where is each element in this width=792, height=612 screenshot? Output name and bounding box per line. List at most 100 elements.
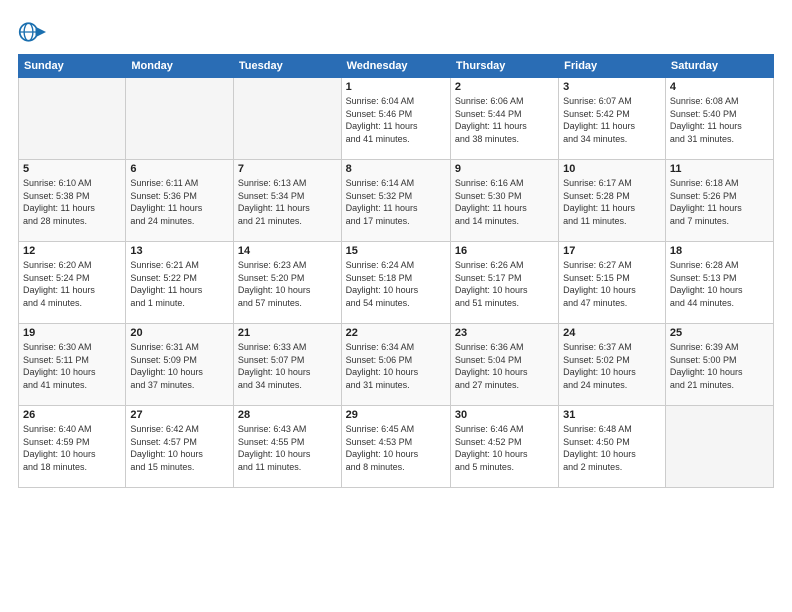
calendar-header-thursday: Thursday <box>450 55 558 78</box>
day-info: Sunrise: 6:34 AMSunset: 5:06 PMDaylight:… <box>346 341 446 391</box>
day-info: Sunrise: 6:39 AMSunset: 5:00 PMDaylight:… <box>670 341 769 391</box>
calendar-cell: 26 Sunrise: 6:40 AMSunset: 4:59 PMDayligh… <box>19 406 126 488</box>
day-number: 6 <box>130 163 229 175</box>
day-number: 9 <box>455 163 554 175</box>
calendar-cell: 19 Sunrise: 6:30 AMSunset: 5:11 PMDayligh… <box>19 324 126 406</box>
day-info: Sunrise: 6:45 AMSunset: 4:53 PMDaylight:… <box>346 423 446 473</box>
calendar-week-row: 26 Sunrise: 6:40 AMSunset: 4:59 PMDayligh… <box>19 406 774 488</box>
day-info: Sunrise: 6:40 AMSunset: 4:59 PMDaylight:… <box>23 423 121 473</box>
calendar-cell: 23Sunrise: 6:36 AMSunset: 5:04 PMDayligh… <box>450 324 558 406</box>
day-info: Sunrise: 6:46 AMSunset: 4:52 PMDaylight:… <box>455 423 554 473</box>
calendar-cell: 8Sunrise: 6:14 AMSunset: 5:32 PMDaylight… <box>341 160 450 242</box>
day-number: 24 <box>563 327 661 339</box>
day-info: Sunrise: 6:13 AMSunset: 5:34 PMDaylight:… <box>238 177 337 227</box>
calendar-cell: 16 Sunrise: 6:26 AMSunset: 5:17 PMDayligh… <box>450 242 558 324</box>
calendar-cell: 14 Sunrise: 6:23 AMSunset: 5:20 PMDayligh… <box>233 242 341 324</box>
calendar-cell: 29 Sunrise: 6:45 AMSunset: 4:53 PMDayligh… <box>341 406 450 488</box>
day-info: Sunrise: 6:20 AMSunset: 5:24 PMDaylight:… <box>23 259 121 309</box>
calendar-cell: 4Sunrise: 6:08 AMSunset: 5:40 PMDaylight… <box>665 78 773 160</box>
day-info: Sunrise: 6:10 AMSunset: 5:38 PMDaylight:… <box>23 177 121 227</box>
logo <box>18 18 50 46</box>
day-info: Sunrise: 6:26 AMSunset: 5:17 PMDaylight:… <box>455 259 554 309</box>
day-info: Sunrise: 6:06 AMSunset: 5:44 PMDaylight:… <box>455 95 554 145</box>
day-number: 22 <box>346 327 446 339</box>
calendar-cell: 1 Sunrise: 6:04 AMSunset: 5:46 PMDaylight… <box>341 78 450 160</box>
day-info: Sunrise: 6:43 AMSunset: 4:55 PMDaylight:… <box>238 423 337 473</box>
calendar-header-tuesday: Tuesday <box>233 55 341 78</box>
calendar-header-saturday: Saturday <box>665 55 773 78</box>
calendar-page: SundayMondayTuesdayWednesdayThursdayFrid… <box>0 0 792 612</box>
day-number: 29 <box>346 409 446 421</box>
calendar-week-row: 19 Sunrise: 6:30 AMSunset: 5:11 PMDayligh… <box>19 324 774 406</box>
day-info: Sunrise: 6:04 AMSunset: 5:46 PMDaylight:… <box>346 95 446 145</box>
day-info: Sunrise: 6:48 AMSunset: 4:50 PMDaylight:… <box>563 423 661 473</box>
calendar-week-row: 1 Sunrise: 6:04 AMSunset: 5:46 PMDaylight… <box>19 78 774 160</box>
calendar-cell <box>665 406 773 488</box>
day-number: 3 <box>563 81 661 93</box>
day-info: Sunrise: 6:42 AMSunset: 4:57 PMDaylight:… <box>130 423 229 473</box>
calendar-cell: 2 Sunrise: 6:06 AMSunset: 5:44 PMDaylight… <box>450 78 558 160</box>
day-info: Sunrise: 6:11 AMSunset: 5:36 PMDaylight:… <box>130 177 229 227</box>
calendar-header-friday: Friday <box>559 55 666 78</box>
calendar-table: SundayMondayTuesdayWednesdayThursdayFrid… <box>18 54 774 488</box>
calendar-cell: 10 Sunrise: 6:17 AMSunset: 5:28 PMDayligh… <box>559 160 666 242</box>
day-number: 28 <box>238 409 337 421</box>
day-info: Sunrise: 6:23 AMSunset: 5:20 PMDaylight:… <box>238 259 337 309</box>
day-info: Sunrise: 6:08 AMSunset: 5:40 PMDaylight:… <box>670 95 769 145</box>
day-info: Sunrise: 6:28 AMSunset: 5:13 PMDaylight:… <box>670 259 769 309</box>
day-info: Sunrise: 6:27 AMSunset: 5:15 PMDaylight:… <box>563 259 661 309</box>
day-number: 18 <box>670 245 769 257</box>
calendar-cell: 20Sunrise: 6:31 AMSunset: 5:09 PMDayligh… <box>126 324 234 406</box>
header <box>18 18 774 46</box>
calendar-cell <box>126 78 234 160</box>
day-number: 26 <box>23 409 121 421</box>
day-number: 31 <box>563 409 661 421</box>
day-info: Sunrise: 6:30 AMSunset: 5:11 PMDaylight:… <box>23 341 121 391</box>
calendar-cell: 27Sunrise: 6:42 AMSunset: 4:57 PMDayligh… <box>126 406 234 488</box>
day-number: 19 <box>23 327 121 339</box>
calendar-cell <box>19 78 126 160</box>
calendar-cell: 28 Sunrise: 6:43 AMSunset: 4:55 PMDayligh… <box>233 406 341 488</box>
day-info: Sunrise: 6:31 AMSunset: 5:09 PMDaylight:… <box>130 341 229 391</box>
calendar-cell: 30Sunrise: 6:46 AMSunset: 4:52 PMDayligh… <box>450 406 558 488</box>
calendar-cell: 7 Sunrise: 6:13 AMSunset: 5:34 PMDaylight… <box>233 160 341 242</box>
day-number: 14 <box>238 245 337 257</box>
day-number: 2 <box>455 81 554 93</box>
day-info: Sunrise: 6:16 AMSunset: 5:30 PMDaylight:… <box>455 177 554 227</box>
day-number: 1 <box>346 81 446 93</box>
day-info: Sunrise: 6:07 AMSunset: 5:42 PMDaylight:… <box>563 95 661 145</box>
day-info: Sunrise: 6:14 AMSunset: 5:32 PMDaylight:… <box>346 177 446 227</box>
calendar-cell: 5 Sunrise: 6:10 AMSunset: 5:38 PMDaylight… <box>19 160 126 242</box>
calendar-header-monday: Monday <box>126 55 234 78</box>
day-info: Sunrise: 6:17 AMSunset: 5:28 PMDaylight:… <box>563 177 661 227</box>
calendar-cell: 11Sunrise: 6:18 AMSunset: 5:26 PMDayligh… <box>665 160 773 242</box>
day-number: 12 <box>23 245 121 257</box>
day-info: Sunrise: 6:33 AMSunset: 5:07 PMDaylight:… <box>238 341 337 391</box>
calendar-cell: 3 Sunrise: 6:07 AMSunset: 5:42 PMDaylight… <box>559 78 666 160</box>
calendar-header-row: SundayMondayTuesdayWednesdayThursdayFrid… <box>19 55 774 78</box>
calendar-cell: 18 Sunrise: 6:28 AMSunset: 5:13 PMDayligh… <box>665 242 773 324</box>
calendar-week-row: 5 Sunrise: 6:10 AMSunset: 5:38 PMDaylight… <box>19 160 774 242</box>
day-number: 7 <box>238 163 337 175</box>
calendar-cell: 22 Sunrise: 6:34 AMSunset: 5:06 PMDayligh… <box>341 324 450 406</box>
calendar-cell: 21 Sunrise: 6:33 AMSunset: 5:07 PMDayligh… <box>233 324 341 406</box>
calendar-cell: 9 Sunrise: 6:16 AMSunset: 5:30 PMDaylight… <box>450 160 558 242</box>
calendar-cell: 6 Sunrise: 6:11 AMSunset: 5:36 PMDaylight… <box>126 160 234 242</box>
day-number: 5 <box>23 163 121 175</box>
day-number: 16 <box>455 245 554 257</box>
calendar-cell: 17 Sunrise: 6:27 AMSunset: 5:15 PMDayligh… <box>559 242 666 324</box>
calendar-cell: 24 Sunrise: 6:37 AMSunset: 5:02 PMDayligh… <box>559 324 666 406</box>
logo-icon <box>18 18 46 46</box>
day-info: Sunrise: 6:24 AMSunset: 5:18 PMDaylight:… <box>346 259 446 309</box>
day-number: 10 <box>563 163 661 175</box>
day-number: 21 <box>238 327 337 339</box>
calendar-cell: 13 Sunrise: 6:21 AMSunset: 5:22 PMDayligh… <box>126 242 234 324</box>
calendar-cell: 15Sunrise: 6:24 AMSunset: 5:18 PMDayligh… <box>341 242 450 324</box>
calendar-header-sunday: Sunday <box>19 55 126 78</box>
day-info: Sunrise: 6:21 AMSunset: 5:22 PMDaylight:… <box>130 259 229 309</box>
day-info: Sunrise: 6:36 AMSunset: 5:04 PMDaylight:… <box>455 341 554 391</box>
day-info: Sunrise: 6:37 AMSunset: 5:02 PMDaylight:… <box>563 341 661 391</box>
calendar-cell: 31 Sunrise: 6:48 AMSunset: 4:50 PMDayligh… <box>559 406 666 488</box>
day-number: 13 <box>130 245 229 257</box>
day-number: 17 <box>563 245 661 257</box>
